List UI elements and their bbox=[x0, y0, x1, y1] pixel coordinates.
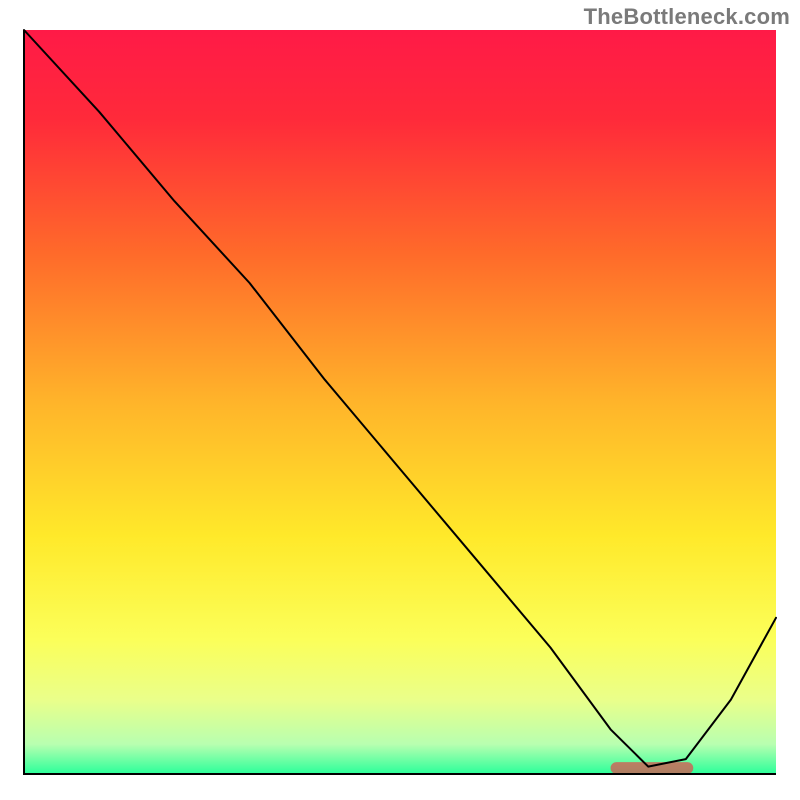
optimal-range-marker bbox=[611, 762, 694, 774]
bottleneck-chart bbox=[0, 0, 800, 800]
plot-background bbox=[24, 30, 776, 774]
